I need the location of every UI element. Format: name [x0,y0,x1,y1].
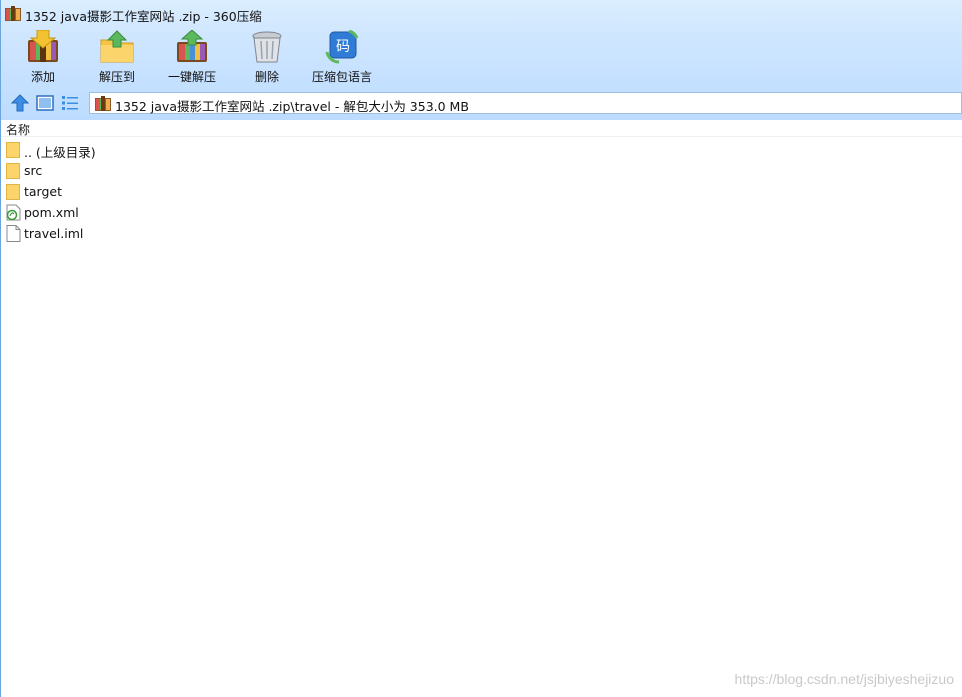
window-title: 1352 java摄影工作室网站 .zip - 360压缩 [25,9,262,24]
up-arrow-icon[interactable] [10,93,30,113]
delete-button[interactable]: 删除 [225,28,309,86]
column-header-name[interactable]: 名称 [6,121,30,138]
archive-encoding-label: 压缩包语言 [311,70,372,84]
large-icon-view-icon[interactable] [35,93,55,113]
file-name: travel.iml [24,226,84,241]
svg-text:码: 码 [336,39,350,55]
title-bar: 1352 java摄影工作室网站 .zip - 360压缩 [1,0,962,28]
extract-to-label: 解压到 [98,70,135,84]
list-item-pom-xml[interactable]: pom.xml [1,202,962,223]
archive-app-icon [5,6,21,21]
list-item-target[interactable]: target [1,181,962,202]
delete-label: 删除 [254,70,279,84]
watermark: https://blog.csdn.net/jsjbiyeshejizuo [734,671,954,687]
archive-encoding-button[interactable]: 码 压缩包语言 [300,28,384,86]
folder-extract-icon [100,30,134,63]
extract-to-button[interactable]: 解压到 [75,28,159,86]
add-label: 添加 [30,70,55,84]
encoding-icon: 码 [325,30,359,64]
list-item-src[interactable]: src [1,160,962,181]
file-name: .. (上级目录) [24,145,96,160]
books-add-icon [28,30,58,62]
file-name: src [24,163,43,178]
address-path: 1352 java摄影工作室网站 .zip\travel - 解包大小为 353… [115,99,469,114]
file-list: .. (上级目录) src target pom.xml travel.iml [1,139,962,244]
list-item-travel-iml[interactable]: travel.iml [1,223,962,244]
xml-file-icon [6,204,21,221]
one-click-extract-button[interactable]: 一键解压 [150,28,234,86]
file-name: pom.xml [24,205,79,220]
trash-bin-icon [252,31,282,63]
app-window: 1352 java摄影工作室网站 .zip - 360压缩 添加 解压到 一键解… [0,0,962,697]
address-bar[interactable]: 1352 java摄影工作室网站 .zip\travel - 解包大小为 353… [89,92,962,114]
folder-icon [6,142,20,158]
list-view-icon[interactable] [60,93,80,113]
one-click-extract-label: 一键解压 [167,70,216,84]
navigation-bar: 1352 java摄影工作室网站 .zip\travel - 解包大小为 353… [1,90,962,116]
file-name: target [24,184,63,199]
archive-icon [95,96,111,111]
folder-icon [6,184,20,200]
main-toolbar: 添加 解压到 一键解压 删除 码 压缩包语言 [1,28,962,88]
books-extract-icon [177,30,207,62]
add-button[interactable]: 添加 [1,28,85,86]
blank-file-icon [6,225,21,242]
list-item-parent-directory[interactable]: .. (上级目录) [1,139,962,160]
folder-icon [6,163,20,179]
file-list-header: 名称 [1,120,962,137]
